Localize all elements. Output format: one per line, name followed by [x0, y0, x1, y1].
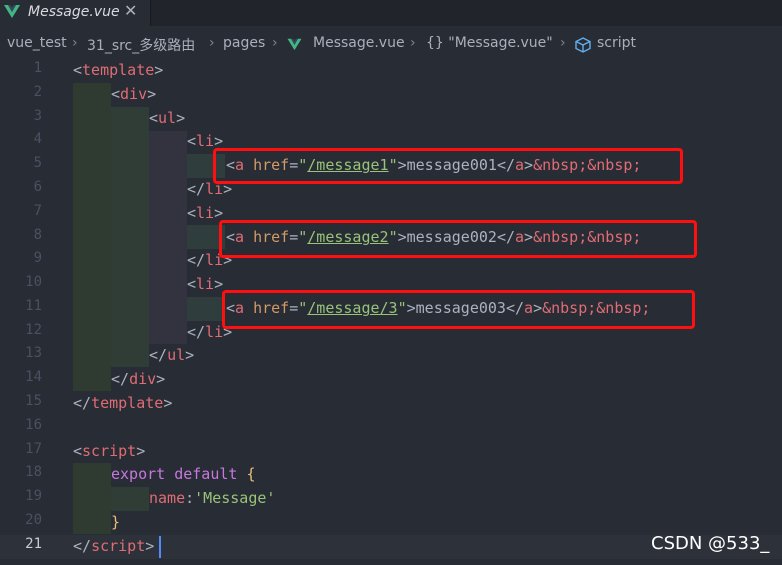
breadcrumb-separator: ›	[72, 35, 78, 51]
line-number: 20	[25, 512, 42, 528]
line-number: 18	[25, 464, 42, 480]
breadcrumb-separator: ›	[272, 35, 278, 51]
code-line: <template>	[73, 61, 164, 79]
text-cursor	[159, 536, 161, 558]
code-line: <ul>	[149, 109, 186, 127]
line-number: 2	[33, 84, 42, 100]
code-line-active: </script>	[73, 537, 155, 555]
line-number: 14	[25, 369, 42, 385]
line-number: 5	[33, 155, 42, 171]
watermark: CSDN @533_	[651, 533, 770, 554]
breadcrumb-item-file[interactable]: Message.vue	[313, 35, 405, 51]
code-line: </ul>	[149, 346, 195, 364]
code-line: export default {	[111, 465, 256, 483]
cube-icon	[575, 37, 591, 53]
breadcrumb-item-src[interactable]: 31_src_多级路由	[87, 35, 195, 55]
breadcrumb-separator: ›	[560, 35, 566, 51]
indent-guide	[73, 83, 111, 391]
code-line: </div>	[111, 370, 166, 388]
tab-message-vue[interactable]: Message.vue ✕	[0, 0, 151, 26]
line-number: 12	[25, 322, 42, 338]
breadcrumb-item-vue-test[interactable]: vue_test	[7, 35, 67, 51]
line-number: 13	[25, 345, 42, 361]
breadcrumb-separator: ›	[209, 35, 215, 51]
line-number-active: 21	[25, 536, 42, 552]
breadcrumb-item-script[interactable]: script	[597, 35, 636, 51]
vue-logo-icon	[4, 5, 20, 18]
line-number: 9	[33, 250, 42, 266]
breadcrumb-item-module[interactable]: {} "Message.vue"	[426, 35, 553, 51]
line-number: 15	[25, 393, 42, 409]
line-number: 19	[25, 488, 42, 504]
line-number: 8	[33, 227, 42, 243]
indent-guide	[73, 463, 111, 534]
code-line: }	[111, 513, 121, 531]
vue-logo-icon	[287, 38, 302, 51]
highlight-box	[213, 148, 683, 184]
code-line: <script>	[73, 442, 146, 460]
tab-bar: Message.vue ✕	[0, 0, 782, 26]
code-line: name:'Message'	[149, 489, 276, 507]
indent-guide	[187, 297, 225, 321]
close-icon[interactable]: ✕	[124, 1, 137, 20]
highlight-box	[219, 220, 697, 258]
breadcrumb: vue_test › 31_src_多级路由 › pages › Message…	[0, 35, 782, 57]
code-line: <li>	[187, 204, 224, 222]
line-number: 4	[33, 131, 42, 147]
highlight-box	[222, 290, 695, 329]
indent-guide	[111, 487, 149, 511]
line-number: 3	[33, 108, 42, 124]
line-number: 10	[25, 274, 42, 290]
tab-filename: Message.vue	[28, 4, 120, 20]
code-line: <li>	[187, 275, 224, 293]
breadcrumb-item-pages[interactable]: pages	[223, 35, 265, 51]
indent-guide	[111, 107, 149, 367]
code-line: <div>	[111, 85, 157, 103]
line-number: 1	[33, 60, 42, 76]
line-number: 16	[25, 417, 42, 433]
line-number: 7	[33, 203, 42, 219]
line-number: 17	[25, 441, 42, 457]
code-line: </template>	[73, 394, 173, 412]
line-number: 6	[33, 179, 42, 195]
breadcrumb-separator: ›	[410, 35, 416, 51]
indent-guide	[149, 131, 187, 344]
line-number: 11	[25, 298, 42, 314]
